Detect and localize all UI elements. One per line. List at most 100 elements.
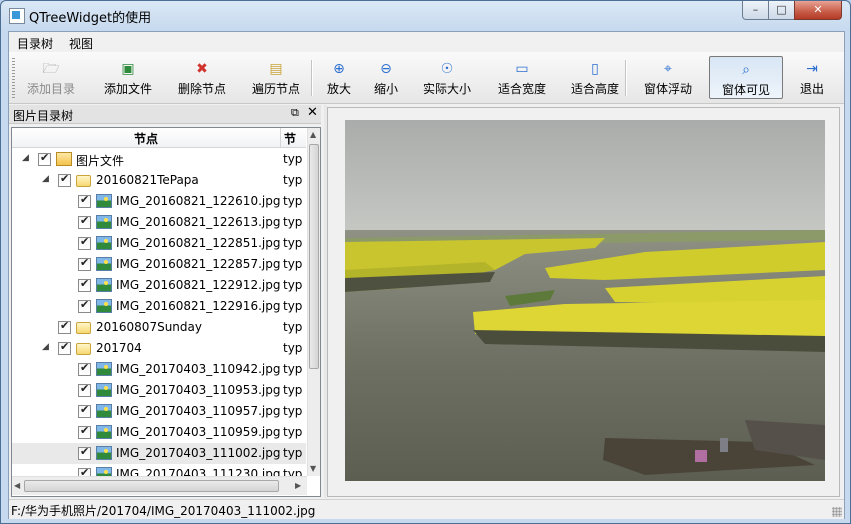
scroll-up-arrow[interactable]: ▲ bbox=[310, 130, 316, 139]
tree-item-checkbox[interactable] bbox=[78, 277, 91, 292]
tree-item-checkbox[interactable] bbox=[78, 214, 91, 229]
maximize-button[interactable]: □ bbox=[768, 1, 795, 20]
tree-item-checkbox[interactable] bbox=[78, 256, 91, 271]
vertical-scroll-thumb[interactable] bbox=[309, 144, 319, 369]
toolbar-button-fit-height[interactable]: ▯ 适合高度 bbox=[558, 56, 632, 99]
tree-item-file[interactable]: IMG_20170403_110957.jpgtyp bbox=[12, 401, 306, 422]
dock-title-bar[interactable]: 图片目录树 ⧉ ✕ bbox=[9, 105, 321, 124]
toolbar-button-zoom-in[interactable]: ⊕ 放大 bbox=[319, 56, 359, 99]
toolbar-button-label: 退出 bbox=[799, 82, 824, 96]
tree-item-file[interactable]: IMG_20160821_122916.jpgtyp bbox=[12, 296, 306, 317]
exit-icon: ⇥ bbox=[806, 61, 818, 77]
tree-item-file[interactable]: IMG_20170403_110953.jpgtyp bbox=[12, 380, 306, 401]
menu-view[interactable]: 视图 bbox=[69, 35, 93, 52]
image-file-icon bbox=[96, 383, 112, 397]
tree-item-type: typ bbox=[283, 173, 303, 187]
toolbar-button-exit[interactable]: ⇥ 退出 bbox=[795, 56, 829, 99]
tree-item-type: typ bbox=[283, 194, 303, 208]
tree-item-file[interactable]: IMG_20160821_122610.jpgtyp bbox=[12, 191, 306, 212]
tree-item-file[interactable]: IMG_20160821_122851.jpgtyp bbox=[12, 233, 306, 254]
toolbar-button-zoom-actual[interactable]: ☉ 实际大小 bbox=[413, 56, 481, 99]
size-grip[interactable] bbox=[832, 507, 842, 517]
toolbar-button-label: 放大 bbox=[326, 82, 351, 96]
tree-item-folder[interactable]: ◢ 图片文件 typ bbox=[12, 149, 306, 170]
scroll-down-arrow[interactable]: ▼ bbox=[310, 464, 316, 473]
column-header-type[interactable]: 节 bbox=[284, 130, 296, 147]
pin-icon: ⌖ bbox=[664, 61, 672, 77]
tree-item-label: IMG_20170403_110942.jpg bbox=[116, 362, 281, 376]
tree-item-folder[interactable]: ◢ 201704 typ bbox=[12, 338, 306, 359]
toolbar-separator bbox=[311, 60, 313, 96]
tree-item-checkbox[interactable] bbox=[58, 340, 71, 355]
image-file-icon bbox=[96, 446, 112, 460]
toolbar-button-folders[interactable]: ▤ 遍历节点 bbox=[239, 56, 313, 99]
tree-item-checkbox[interactable] bbox=[78, 235, 91, 250]
close-button[interactable]: ✕ bbox=[794, 1, 842, 20]
expand-arrow-icon[interactable]: ◢ bbox=[22, 153, 29, 163]
tree-item-folder[interactable]: ◢ 20160821TePapa typ bbox=[12, 170, 306, 191]
tree-item-label: IMG_20160821_122851.jpg bbox=[116, 236, 281, 250]
tree-item-file[interactable]: IMG_20160821_122857.jpgtyp bbox=[12, 254, 306, 275]
tree-item-checkbox[interactable] bbox=[78, 424, 91, 439]
header-divider[interactable] bbox=[280, 128, 281, 147]
tree-item-checkbox[interactable] bbox=[78, 403, 91, 418]
status-file-path: F:/华为手机照片/201704/IMG_20170403_111002.jpg bbox=[11, 504, 316, 518]
tree-item-checkbox[interactable] bbox=[78, 361, 91, 376]
tree-item-checkbox[interactable] bbox=[58, 172, 71, 187]
horizontal-scrollbar[interactable]: ◀ ▶ bbox=[12, 476, 307, 495]
image-viewer[interactable] bbox=[327, 107, 840, 497]
toolbar-button-image-file[interactable]: ▣ 添加文件 bbox=[91, 56, 165, 99]
tree-item-label: 20160821TePapa bbox=[96, 173, 199, 187]
toolbar-button-delete-x[interactable]: ✖ 删除节点 bbox=[165, 56, 239, 99]
toolbar-button-fit-width[interactable]: ▭ 适合宽度 bbox=[485, 56, 559, 99]
tree-item-checkbox[interactable] bbox=[78, 445, 91, 460]
folder-icon bbox=[76, 175, 91, 187]
tree-widget[interactable]: 节点 节 ◢图片文件typ◢20160821TePapatypIMG_20160… bbox=[11, 127, 321, 497]
tree-item-checkbox[interactable] bbox=[78, 298, 91, 313]
toolbar-button-label: 缩小 bbox=[373, 82, 398, 96]
tree-item-checkbox[interactable] bbox=[78, 193, 91, 208]
tree-item-type: typ bbox=[283, 362, 303, 376]
scroll-right-arrow[interactable]: ▶ bbox=[295, 481, 301, 490]
tree-item-type: typ bbox=[283, 236, 303, 250]
toolbar-button-label: 遍历节点 bbox=[251, 82, 300, 96]
tree-item-file[interactable]: IMG_20170403_111002.jpgtyp bbox=[12, 443, 306, 464]
dock-close-icon[interactable]: ✕ bbox=[307, 105, 318, 120]
column-header-node[interactable]: 节点 bbox=[134, 130, 158, 147]
root-folder-icon bbox=[56, 152, 72, 166]
toolbar-button-zoom-out[interactable]: ⊖ 缩小 bbox=[365, 56, 407, 99]
tree-item-label: IMG_20170403_110957.jpg bbox=[116, 404, 281, 418]
vertical-scrollbar[interactable]: ▲ ▼ bbox=[307, 128, 320, 476]
tree-item-checkbox[interactable] bbox=[58, 319, 71, 334]
scroll-left-arrow[interactable]: ◀ bbox=[14, 481, 20, 490]
tree-item-checkbox[interactable] bbox=[78, 382, 91, 397]
toolbar-button-search[interactable]: ⌕ 窗体可见 bbox=[709, 56, 783, 99]
folders-icon: ▤ bbox=[269, 61, 283, 77]
tree-item-file[interactable]: IMG_20170403_110959.jpgtyp bbox=[12, 422, 306, 443]
tree-item-file[interactable]: IMG_20160821_122613.jpgtyp bbox=[12, 212, 306, 233]
dock-widget: 图片目录树 ⧉ ✕ 节点 节 ◢ 图片文件 typ ◢ 20160821TePapa ty… bbox=[9, 105, 321, 498]
tree-item-folder[interactable]: 20160807Sunday typ bbox=[12, 317, 306, 338]
tree-item-label: 20160807Sunday bbox=[96, 320, 202, 334]
horizontal-scroll-thumb[interactable] bbox=[24, 480, 279, 492]
fit-width-icon: ▭ bbox=[515, 61, 529, 77]
photo-graphic bbox=[345, 120, 825, 481]
window-title: QTreeWidget的使用 bbox=[29, 11, 152, 26]
toolbar-button-label: 窗体浮动 bbox=[643, 82, 692, 96]
menu-directory-tree[interactable]: 目录树 bbox=[17, 35, 53, 52]
search-icon: ⌕ bbox=[742, 62, 750, 78]
toolbar-button-pin[interactable]: ⌖ 窗体浮动 bbox=[631, 56, 705, 99]
tree-item-file[interactable]: IMG_20170403_110942.jpgtyp bbox=[12, 359, 306, 380]
tree-item-label: IMG_20170403_110959.jpg bbox=[116, 425, 281, 439]
expand-arrow-icon[interactable]: ◢ bbox=[42, 342, 49, 352]
tree-item-type: typ bbox=[283, 278, 303, 292]
tree-item-type: typ bbox=[283, 383, 303, 397]
expand-arrow-icon[interactable]: ◢ bbox=[42, 174, 49, 184]
tree-item-file[interactable]: IMG_20160821_122912.jpgtyp bbox=[12, 275, 306, 296]
dock-float-icon[interactable]: ⧉ bbox=[291, 106, 299, 120]
title-bar[interactable]: QTreeWidget的使用 – □ ✕ bbox=[1, 1, 850, 31]
minimize-button[interactable]: – bbox=[742, 1, 769, 20]
tree-item-checkbox[interactable] bbox=[38, 151, 51, 166]
menu-bar: 目录树 视图 bbox=[9, 32, 844, 52]
toolbar-grip[interactable] bbox=[12, 58, 15, 98]
